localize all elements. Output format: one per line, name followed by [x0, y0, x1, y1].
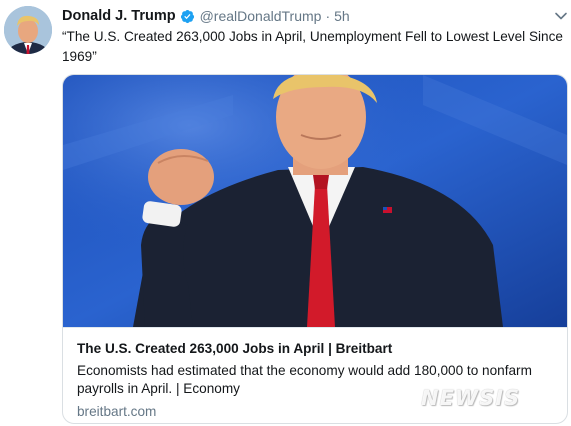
author-handle[interactable]: @realDonaldTrump: [200, 8, 322, 24]
card-domain[interactable]: breitbart.com: [77, 404, 156, 419]
verified-badge-icon: [180, 9, 194, 23]
author-name[interactable]: Donald J. Trump: [62, 8, 176, 24]
link-card[interactable]: The U.S. Created 263,000 Jobs in April |…: [62, 74, 568, 424]
newsis-watermark: NEWSIS: [421, 386, 521, 410]
tweet-timestamp[interactable]: 5h: [334, 8, 350, 24]
card-title[interactable]: The U.S. Created 263,000 Jobs in April |…: [77, 341, 392, 356]
tweet-header: Donald J. Trump @realDonaldTrump · 5h: [62, 6, 350, 26]
card-image[interactable]: [63, 75, 567, 327]
tweet-text: “The U.S. Created 263,000 Jobs in April,…: [62, 29, 563, 64]
avatar[interactable]: [4, 6, 52, 54]
chevron-down-icon[interactable]: [553, 8, 569, 24]
separator-dot: ·: [325, 8, 331, 24]
